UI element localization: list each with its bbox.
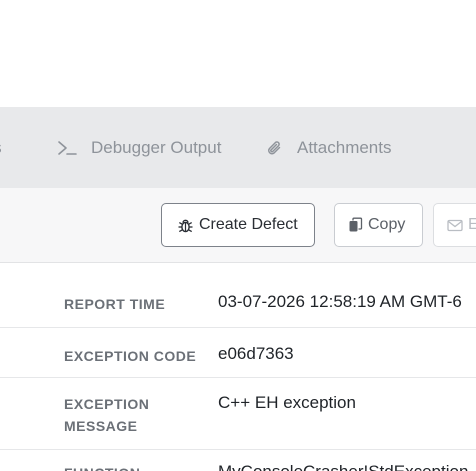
tab-debugger-output[interactable]: Debugger Output — [57, 107, 221, 188]
action-toolbar: Create Defect Copy E — [0, 188, 476, 263]
detail-key: EXCEPTION CODE — [64, 348, 197, 364]
detail-value: C++ EH exception — [218, 393, 356, 412]
crash-report-panel: tes Debugger Output Attachments — [0, 0, 476, 471]
copy-label: Copy — [368, 216, 406, 233]
detail-row-exception-code: EXCEPTION CODE e06d7363 — [0, 328, 476, 378]
detail-value: e06d7363 — [218, 344, 294, 363]
detail-key: REPORT TIME — [64, 296, 166, 312]
terminal-prompt-icon — [57, 140, 77, 156]
detail-key: FUNCTION — [64, 462, 204, 471]
detail-row-exception-message: EXCEPTION MESSAGE C++ EH exception — [0, 378, 476, 450]
tab-notes[interactable]: tes — [0, 107, 2, 188]
exception-details: REPORT TIME 03-07-2026 12:58:19 AM GMT-6… — [0, 263, 476, 471]
tab-attachments[interactable]: Attachments — [267, 107, 392, 188]
tab-bar: tes Debugger Output Attachments — [0, 107, 476, 188]
envelope-icon — [447, 219, 463, 232]
detail-row-function: FUNCTION MyConsoleCrasher!StdException — [0, 450, 476, 471]
header-area — [0, 0, 476, 107]
copy-icon — [348, 217, 363, 233]
email-button[interactable]: E — [433, 203, 476, 247]
detail-value: MyConsoleCrasher!StdException — [218, 461, 468, 471]
create-defect-label: Create Defect — [199, 216, 298, 233]
copy-button[interactable]: Copy — [334, 203, 423, 247]
email-label: E — [468, 216, 476, 233]
tab-attachments-label: Attachments — [297, 137, 392, 157]
create-defect-button[interactable]: Create Defect — [161, 203, 315, 247]
paperclip-icon — [267, 139, 283, 157]
detail-key: EXCEPTION MESSAGE — [64, 396, 150, 434]
detail-row-report-time: REPORT TIME 03-07-2026 12:58:19 AM GMT-6 — [0, 263, 476, 328]
tab-debugger-output-label: Debugger Output — [91, 137, 222, 157]
detail-value: 03-07-2026 12:58:19 AM GMT-6 — [218, 292, 462, 311]
bug-icon — [177, 217, 194, 234]
tab-notes-label: tes — [0, 138, 2, 158]
